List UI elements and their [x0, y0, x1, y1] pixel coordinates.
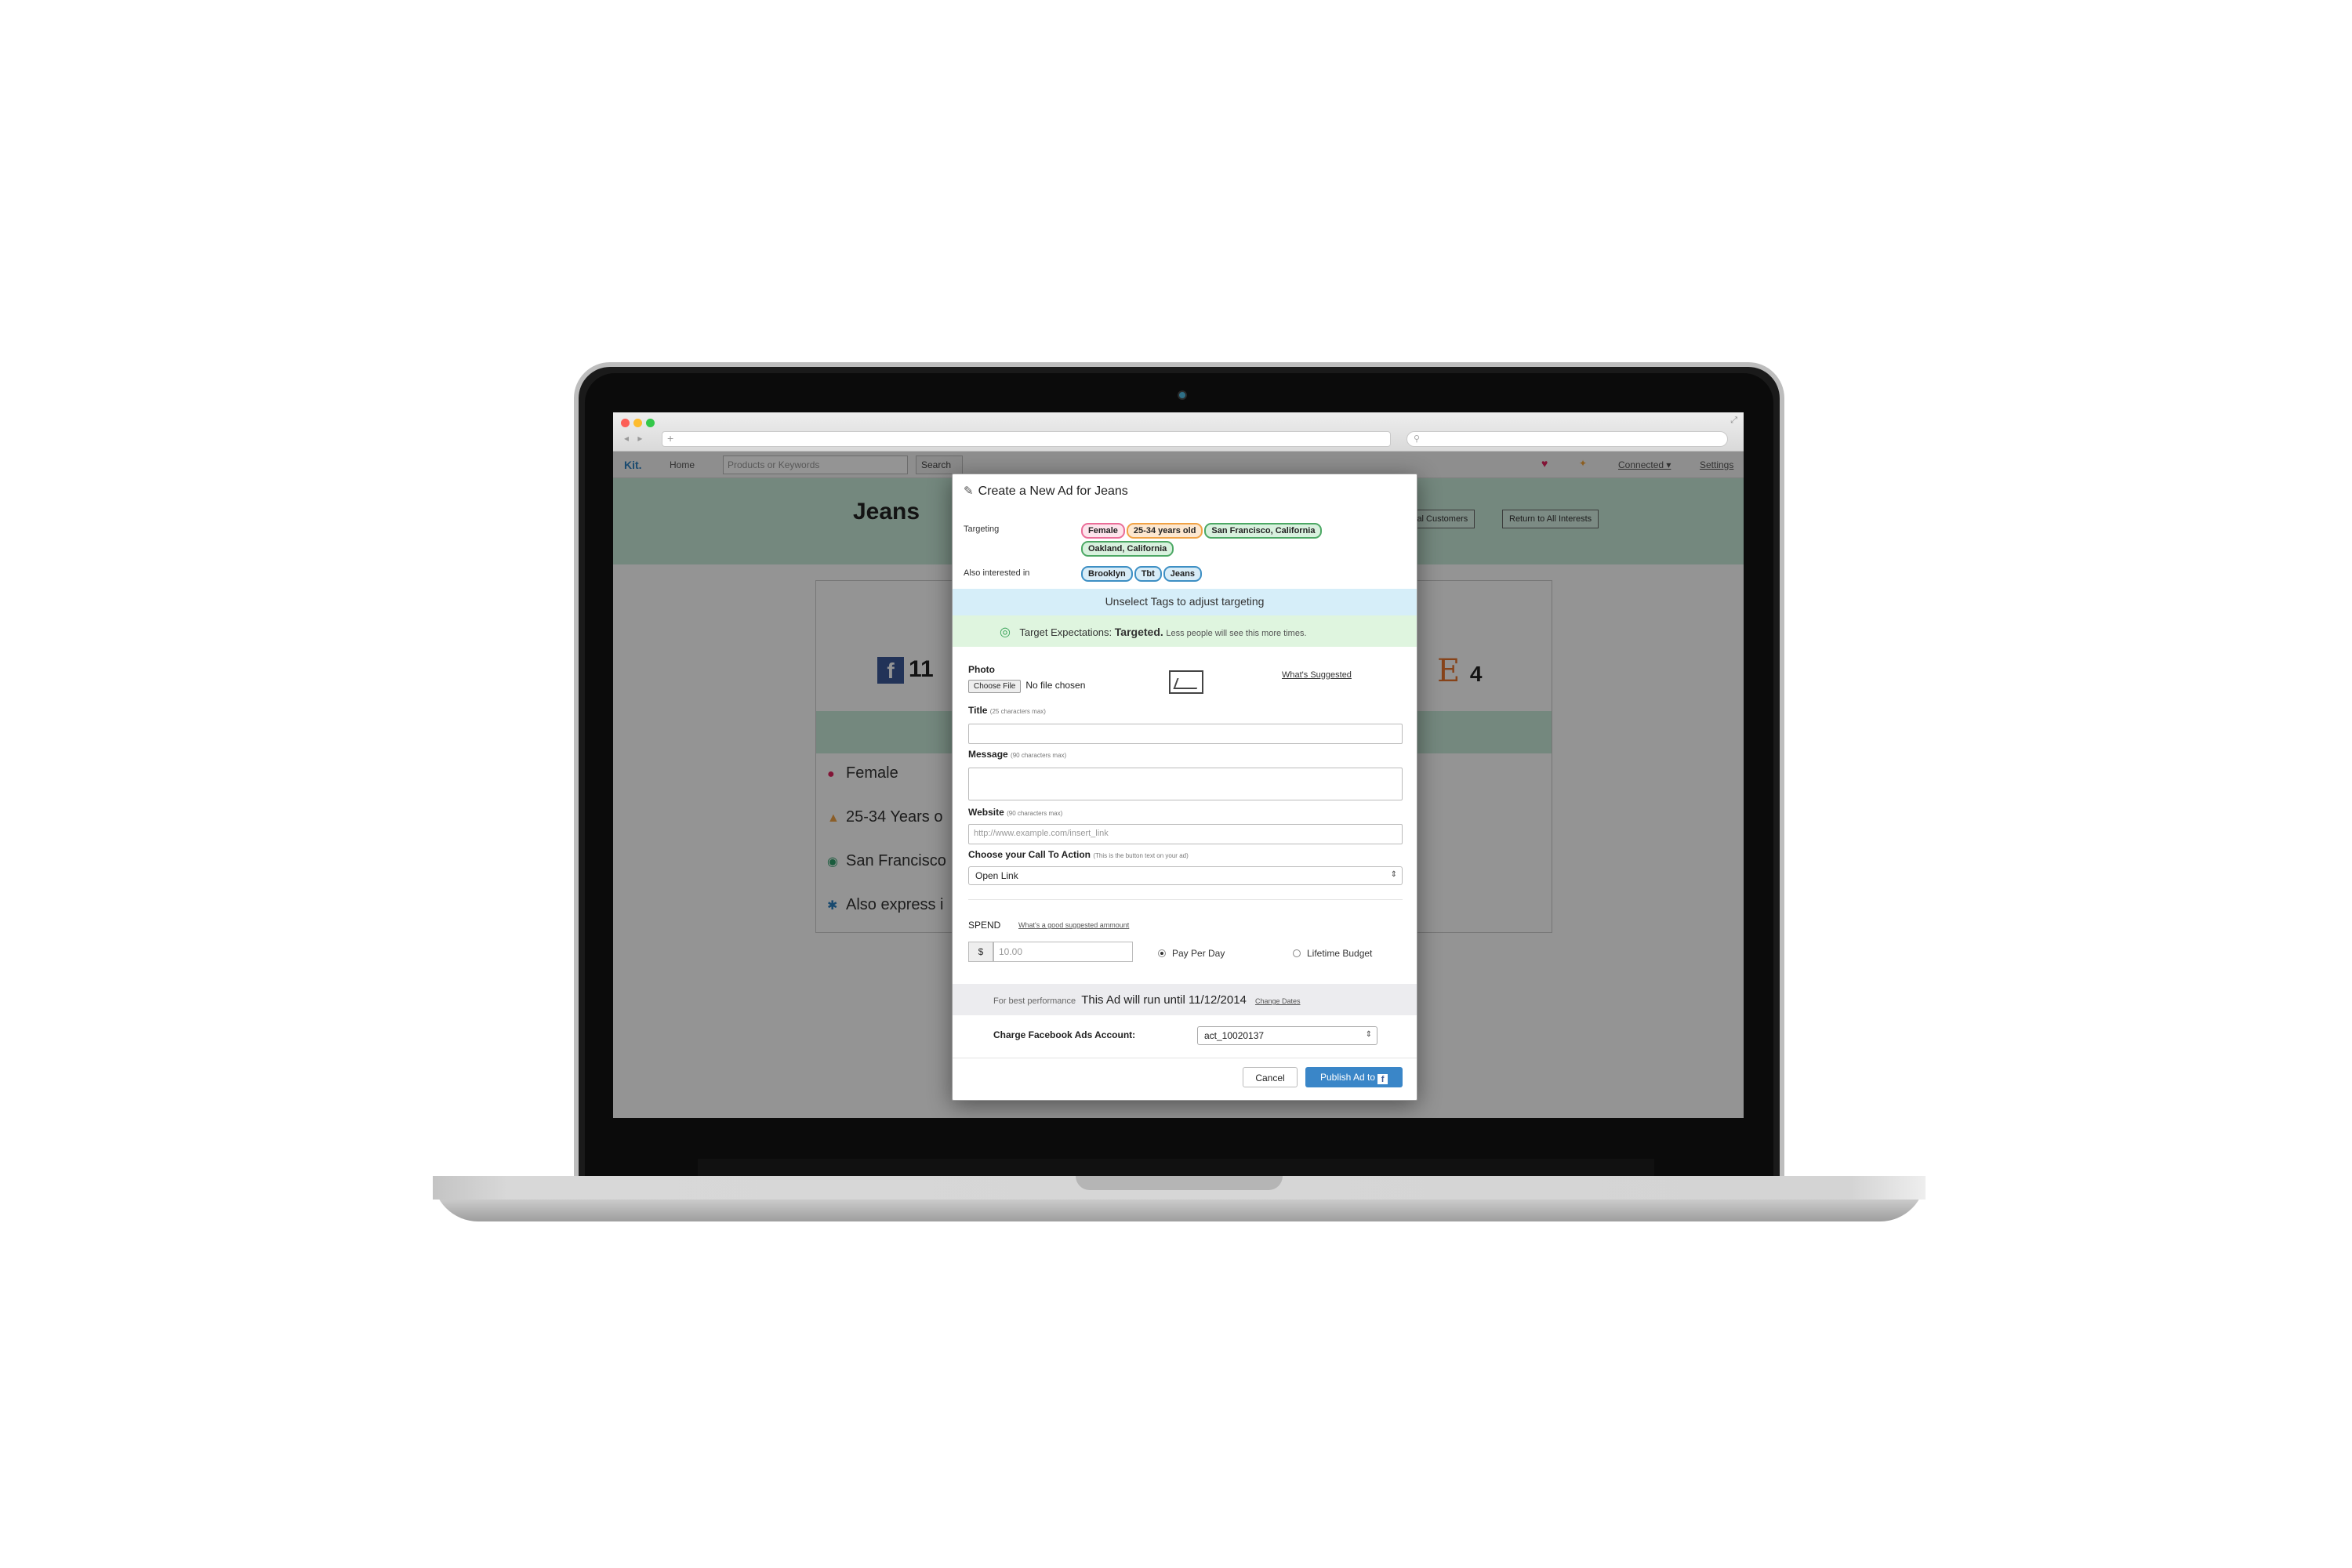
spend-label: SPEND — [968, 920, 1001, 931]
tag-oakland[interactable]: Oakland, California — [1081, 541, 1174, 557]
tag-tbt[interactable]: Tbt — [1134, 566, 1162, 582]
publish-label: Publish Ad to — [1319, 1072, 1376, 1083]
targeting-tags: Female 25-34 years old San Francisco, Cali… — [1081, 523, 1403, 559]
back-forward-icon[interactable]: ◂ ▸ — [624, 433, 645, 444]
fullscreen-icon[interactable]: ⤢ — [1730, 416, 1737, 426]
browser-chrome: ◂ ▸ + ⚲ ⤢ — [613, 412, 1744, 452]
maximize-window-icon[interactable] — [646, 419, 655, 427]
run-end-date: This Ad will run until 11/12/2014 — [1081, 993, 1247, 1007]
laptop-notch — [1076, 1176, 1283, 1190]
account-value: act_10020137 — [1204, 1030, 1265, 1041]
laptop-base — [433, 1176, 1926, 1221]
message-hint: (90 characters max) — [1011, 752, 1067, 759]
target-expectations-bar: ◎ Target Expectations: Targeted. Less pe… — [953, 615, 1417, 647]
tag-age[interactable]: 25-34 years old — [1126, 523, 1203, 539]
cta-hint: (This is the button text on your ad) — [1093, 852, 1189, 859]
charge-account-label: Charge Facebook Ads Account: — [993, 1029, 1136, 1040]
select-arrow-icon: ⇕ — [1390, 870, 1397, 879]
run-dates-bar: For best performance This Ad will run un… — [953, 984, 1417, 1015]
suggested-amount-link[interactable]: What's a good suggested ammount — [1018, 921, 1129, 929]
message-label-text: Message — [968, 749, 1008, 760]
target-icon: ◎ — [1000, 626, 1011, 639]
title-label: Title (25 characters max) — [968, 705, 1046, 716]
divider — [968, 899, 1403, 900]
change-dates-link[interactable]: Change Dates — [1255, 997, 1301, 1005]
ads-account-select[interactable]: act_10020137 ⇕ — [1197, 1026, 1377, 1045]
website-input[interactable]: http://www.example.com/insert_link — [968, 824, 1403, 844]
targeting-label: Targeting — [964, 524, 1000, 534]
message-textarea[interactable] — [968, 768, 1403, 800]
radio-selected-icon[interactable] — [1158, 949, 1166, 957]
tag-jeans[interactable]: Jeans — [1163, 566, 1202, 582]
no-file-text: No file chosen — [1025, 680, 1086, 691]
lifetime-budget-radio[interactable]: Lifetime Budget — [1293, 948, 1372, 959]
browser-search-bar[interactable]: ⚲ — [1406, 431, 1728, 447]
targeting-info-bar: Unselect Tags to adjust targeting — [953, 589, 1417, 615]
address-bar[interactable]: + — [662, 431, 1391, 447]
run-prefix: For best performance — [993, 996, 1076, 1006]
cta-select[interactable]: Open Link ⇕ — [968, 866, 1403, 885]
tag-san-francisco[interactable]: San Francisco, California — [1204, 523, 1323, 539]
interests-label: Also interested in — [964, 568, 1030, 578]
spend-amount-input[interactable]: 10.00 — [993, 942, 1133, 962]
tag-brooklyn[interactable]: Brooklyn — [1081, 566, 1133, 582]
edit-icon: ✎ — [964, 485, 974, 498]
currency-addon: $ — [968, 942, 993, 962]
whats-suggested-link[interactable]: What's Suggested — [1282, 670, 1352, 680]
message-label: Message (90 characters max) — [968, 749, 1066, 760]
radio-unselected-icon[interactable] — [1293, 949, 1301, 957]
website-hint: (90 characters max) — [1007, 810, 1063, 817]
modal-title: ✎ Create a New Ad for Jeans — [964, 484, 1128, 499]
tag-female[interactable]: Female — [1081, 523, 1125, 539]
facebook-icon: f — [1377, 1074, 1388, 1084]
photo-label: Photo — [968, 664, 995, 675]
title-label-text: Title — [968, 705, 988, 716]
website-label-text: Website — [968, 807, 1004, 818]
camera-icon — [1178, 390, 1187, 400]
target-note: Less people will see this more times. — [1166, 629, 1307, 638]
screen: ◂ ▸ + ⚲ ⤢ Kit. Home Products or Keywords… — [613, 412, 1744, 1118]
cta-value: Open Link — [975, 870, 1018, 881]
target-level: Targeted. — [1114, 626, 1163, 638]
close-window-icon[interactable] — [621, 419, 630, 427]
title-hint: (25 characters max) — [989, 708, 1046, 715]
laptop-hinge — [698, 1159, 1654, 1178]
create-ad-modal: ✎ Create a New Ad for Jeans Targeting Fem… — [952, 474, 1417, 1101]
pay-per-day-radio[interactable]: Pay Per Day — [1158, 948, 1225, 959]
cta-label-text: Choose your Call To Action — [968, 849, 1091, 860]
cta-label: Choose your Call To Action (This is the … — [968, 849, 1189, 860]
select-arrow-icon: ⇕ — [1365, 1030, 1372, 1039]
target-prefix: Target Expectations: — [1019, 626, 1112, 638]
photo-file-row: Choose File No file chosen — [968, 680, 1085, 693]
interest-tags: Brooklyn Tbt Jeans — [1081, 566, 1403, 584]
lifetime-budget-label: Lifetime Budget — [1307, 948, 1373, 959]
publish-ad-button[interactable]: Publish Ad to f — [1305, 1067, 1403, 1087]
image-placeholder-icon — [1169, 670, 1203, 694]
plus-icon[interactable]: + — [667, 432, 673, 445]
cancel-button[interactable]: Cancel — [1243, 1067, 1298, 1087]
website-label: Website (90 characters max) — [968, 807, 1062, 818]
minimize-window-icon[interactable] — [633, 419, 642, 427]
search-icon: ⚲ — [1414, 434, 1421, 444]
pay-per-day-label: Pay Per Day — [1172, 948, 1225, 959]
modal-title-text: Create a New Ad for Jeans — [978, 485, 1128, 498]
title-input[interactable] — [968, 724, 1403, 744]
choose-file-button[interactable]: Choose File — [968, 680, 1022, 693]
